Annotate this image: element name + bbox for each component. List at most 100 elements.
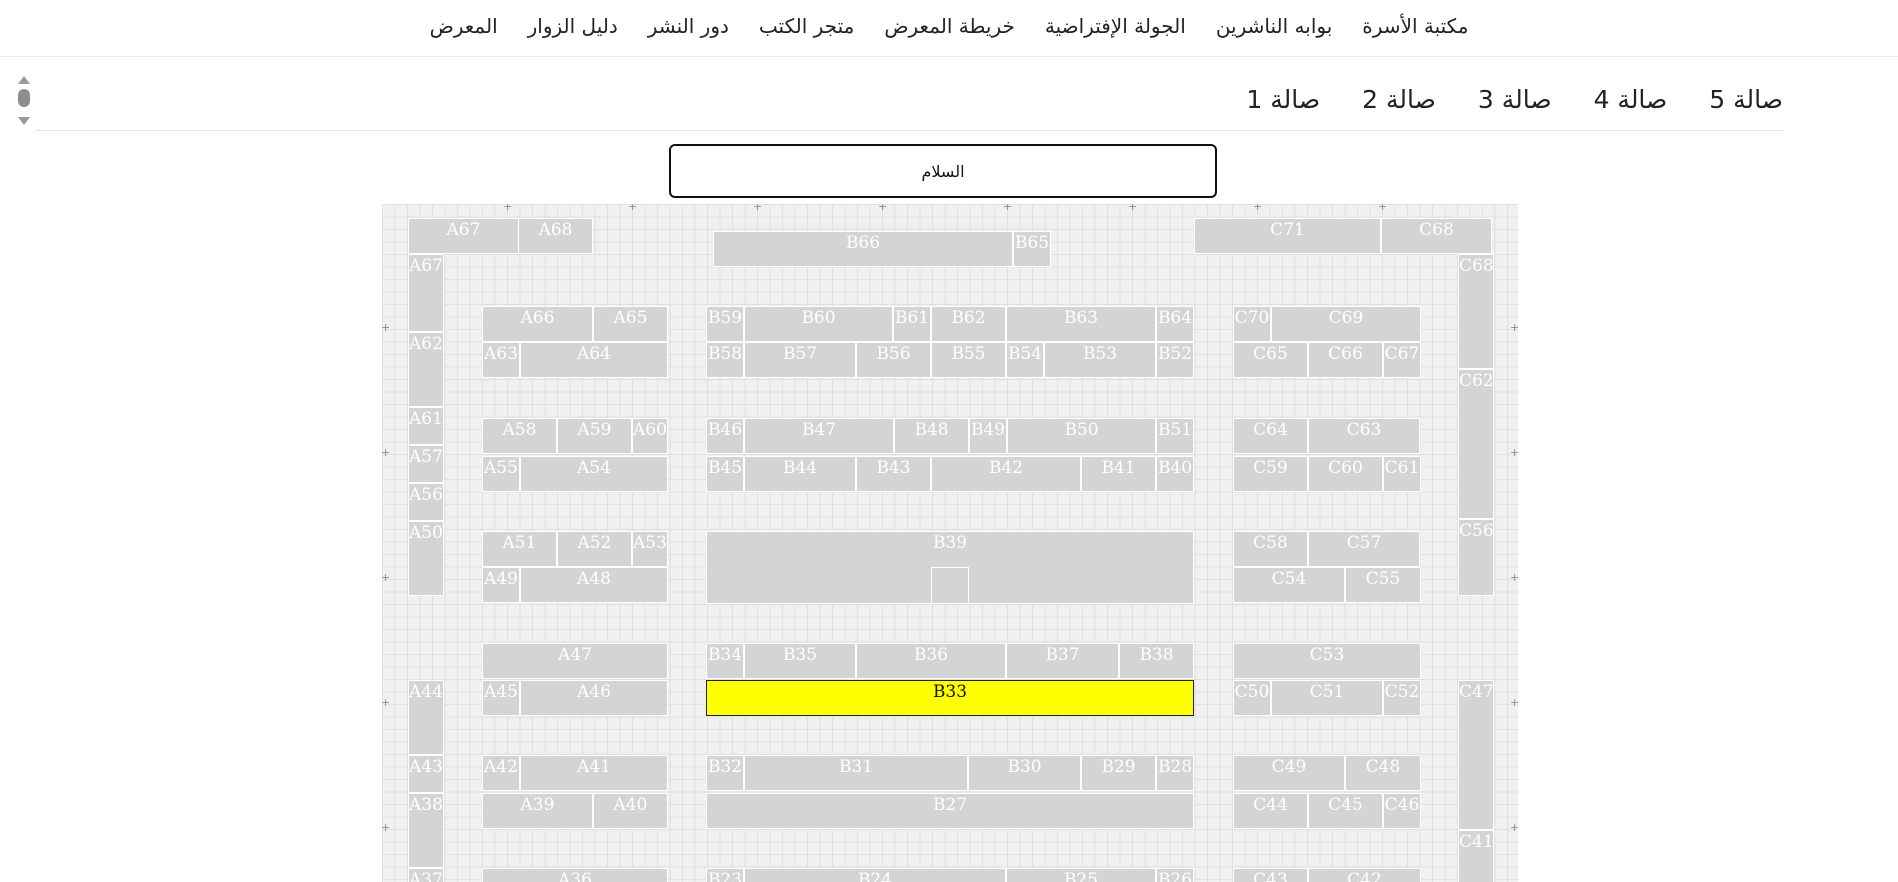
booth-b63[interactable]: B63 [1006, 306, 1156, 342]
booth-a68[interactable]: A68 [518, 218, 593, 254]
booth-a51[interactable]: A51 [482, 531, 557, 567]
booth-b41[interactable]: B41 [1081, 456, 1156, 492]
nav-item-bookstore[interactable]: متجر الكتب [759, 14, 854, 38]
booth-a63[interactable]: A63 [482, 342, 520, 378]
booth-b31[interactable]: B31 [744, 755, 968, 791]
zoom-control[interactable] [16, 76, 32, 126]
booth-a66[interactable]: A66 [482, 306, 593, 342]
booth-a61[interactable]: A61 [408, 407, 444, 445]
booth-a48[interactable]: A48 [520, 567, 668, 603]
booth-a45[interactable]: A45 [482, 680, 520, 716]
booth-a46[interactable]: A46 [520, 680, 668, 716]
booth-a38[interactable]: A38 [408, 793, 444, 868]
nav-item-exhibition-map[interactable]: خريطة المعرض [884, 14, 1015, 38]
booth-c46[interactable]: C46 [1383, 793, 1421, 829]
booth-b34[interactable]: B34 [706, 643, 744, 679]
booth-c55[interactable]: C55 [1345, 567, 1421, 603]
booth-c66[interactable]: C66 [1308, 342, 1383, 378]
booth-c52[interactable]: C52 [1383, 680, 1421, 716]
tab-hall-4[interactable]: صالة 4 [1594, 85, 1668, 114]
zoom-handle[interactable] [18, 89, 30, 107]
booth-b60[interactable]: B60 [744, 306, 893, 342]
booth-c51[interactable]: C51 [1271, 680, 1383, 716]
nav-item-visitor-guide[interactable]: دليل الزوار [528, 14, 618, 38]
booth-b48[interactable]: B48 [894, 418, 969, 454]
nav-item-publishers-portal[interactable]: بوابه الناشرين [1216, 14, 1332, 38]
booth-b26[interactable]: B26 [1156, 868, 1194, 882]
hall-map[interactable]: A67 A68 B66 B65 C71 C68 A67 C68 A66 A65 B59 B60 B61 B… [382, 204, 1518, 882]
booth-b51[interactable]: B51 [1156, 418, 1194, 454]
booth-c70[interactable]: C70 [1233, 306, 1271, 342]
booth-a36[interactable]: A36 [482, 868, 668, 882]
booth-a58[interactable]: A58 [482, 418, 557, 454]
booth-b42[interactable]: B42 [931, 456, 1081, 492]
booth-a55[interactable]: A55 [482, 456, 520, 492]
booth-b54[interactable]: B54 [1006, 342, 1044, 378]
booth-b58[interactable]: B58 [706, 342, 744, 378]
booth-c63[interactable]: C63 [1308, 418, 1420, 454]
booth-c53[interactable]: C53 [1233, 643, 1421, 679]
booth-a40[interactable]: A40 [593, 793, 668, 829]
booth-b37[interactable]: B37 [1006, 643, 1119, 679]
booth-c69[interactable]: C69 [1271, 306, 1421, 342]
booth-b28[interactable]: B28 [1156, 755, 1194, 791]
booth-c49[interactable]: C49 [1233, 755, 1345, 791]
booth-c56[interactable]: C56 [1458, 519, 1494, 596]
booth-b44[interactable]: B44 [744, 456, 856, 492]
booth-c68[interactable]: C68 [1458, 254, 1494, 369]
booth-b64[interactable]: B64 [1156, 306, 1194, 342]
booth-b36[interactable]: B36 [856, 643, 1006, 679]
booth-a67[interactable]: A67 [408, 254, 444, 332]
tab-hall-2[interactable]: صالة 2 [1362, 85, 1436, 114]
zoom-out-arrow-icon[interactable] [18, 117, 30, 125]
booth-c45[interactable]: C45 [1308, 793, 1383, 829]
booth-b49[interactable]: B49 [969, 418, 1007, 454]
booth-a53[interactable]: A53 [632, 531, 668, 567]
booth-c58[interactable]: C58 [1233, 531, 1308, 567]
nav-item-publishers[interactable]: دور النشر [648, 14, 729, 38]
tab-hall-5[interactable]: صالة 5 [1709, 85, 1783, 114]
booth-a37[interactable]: A37 [408, 868, 444, 882]
booth-c57[interactable]: C57 [1308, 531, 1420, 567]
booth-c44[interactable]: C44 [1233, 793, 1308, 829]
booth-b55[interactable]: B55 [931, 342, 1006, 378]
zoom-in-arrow-icon[interactable] [18, 76, 30, 84]
booth-b45[interactable]: B45 [706, 456, 744, 492]
booth-b59[interactable]: B59 [706, 306, 744, 342]
nav-item-exhibition[interactable]: المعرض [430, 14, 498, 38]
booth-b40[interactable]: B40 [1156, 456, 1194, 492]
booth-c59[interactable]: C59 [1233, 456, 1308, 492]
tab-hall-1[interactable]: صالة 1 [1246, 85, 1320, 114]
booth-c67[interactable]: C67 [1383, 342, 1421, 378]
booth-c71[interactable]: C71 [1194, 218, 1381, 254]
booth-c43[interactable]: C43 [1233, 868, 1308, 882]
booth-a42[interactable]: A42 [482, 755, 520, 791]
booth-b32[interactable]: B32 [706, 755, 744, 791]
booth-b38[interactable]: B38 [1119, 643, 1194, 679]
booth-a39[interactable]: A39 [482, 793, 593, 829]
booth-b52[interactable]: B52 [1156, 342, 1194, 378]
booth-b27[interactable]: B27 [706, 793, 1194, 829]
booth-a47[interactable]: A47 [482, 643, 668, 679]
booth-b33[interactable]: B33 [706, 680, 1194, 716]
search-input[interactable] [669, 144, 1217, 198]
booth-a54[interactable]: A54 [520, 456, 668, 492]
booth-b25[interactable]: B25 [1006, 868, 1156, 882]
booth-a67[interactable]: A67 [408, 218, 519, 254]
booth-b46[interactable]: B46 [706, 418, 744, 454]
booth-a49[interactable]: A49 [482, 567, 520, 603]
booth-a60[interactable]: A60 [632, 418, 668, 454]
nav-item-virtual-tour[interactable]: الجولة الإفتراضية [1045, 14, 1186, 38]
booth-b47[interactable]: B47 [744, 418, 894, 454]
booth-b61[interactable]: B61 [893, 306, 931, 342]
booth-c65[interactable]: C65 [1233, 342, 1308, 378]
booth-c50[interactable]: C50 [1233, 680, 1271, 716]
booth-a44[interactable]: A44 [408, 680, 444, 755]
booth-b62[interactable]: B62 [931, 306, 1006, 342]
booth-b50[interactable]: B50 [1007, 418, 1156, 454]
booth-a59[interactable]: A59 [557, 418, 632, 454]
booth-a62[interactable]: A62 [408, 332, 444, 407]
booth-b56[interactable]: B56 [856, 342, 931, 378]
booth-c61[interactable]: C61 [1383, 456, 1421, 492]
booth-c48[interactable]: C48 [1345, 755, 1421, 791]
